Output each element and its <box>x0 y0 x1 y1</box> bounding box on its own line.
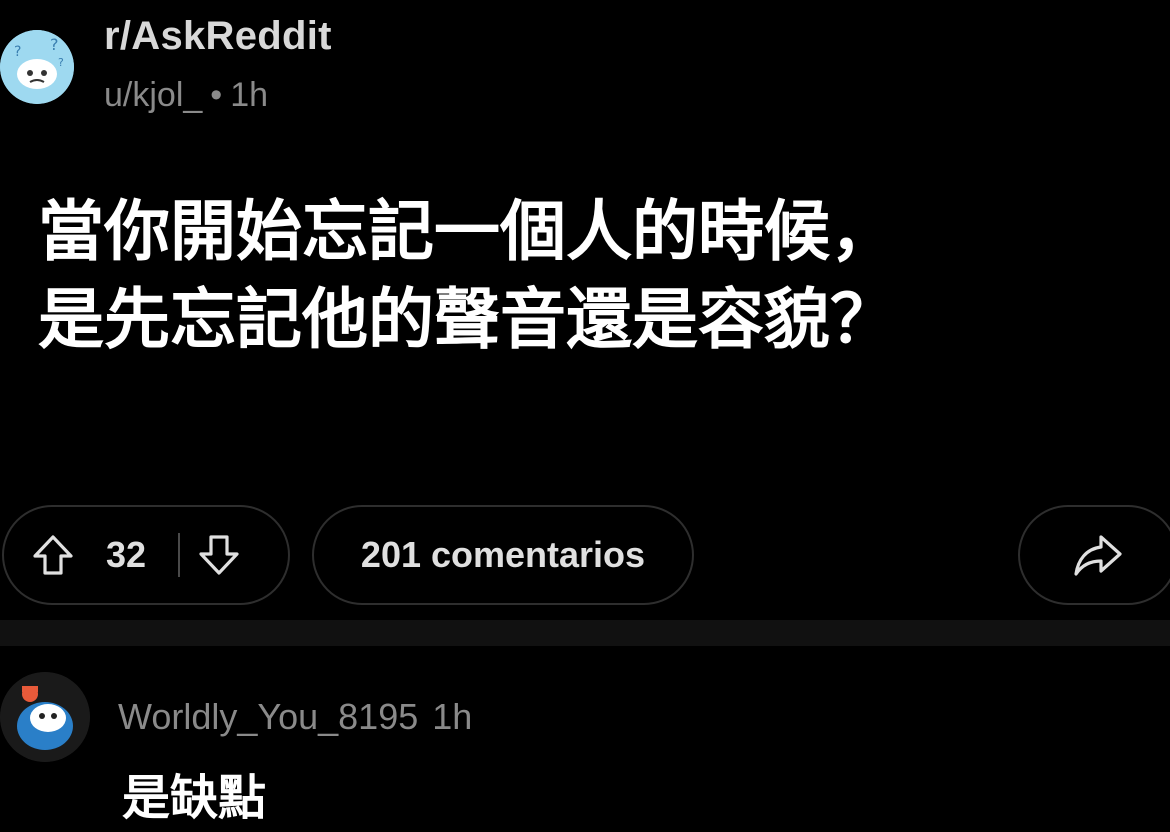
svg-text:?: ? <box>58 56 64 69</box>
post-title-line-2: 是先忘記他的聲音還是容貌？ <box>38 281 896 358</box>
vote-count: 32 <box>106 534 147 575</box>
author-link[interactable]: u/kjol_ <box>104 76 202 114</box>
vote-divider <box>178 533 181 577</box>
commenter-username[interactable]: Worldly_You_8195 <box>118 696 418 737</box>
share-button[interactable] <box>1018 505 1170 605</box>
arrow-down-outline-icon <box>199 535 239 575</box>
downvote-button[interactable] <box>194 530 244 580</box>
reddit-post-screen: ? ? ? r/AskReddit u/kjol_ • 1h 當你開始忘記一個人的時… <box>0 0 1170 832</box>
subreddit-avatar-icon[interactable]: ? ? ? <box>0 30 74 104</box>
share-arrow-icon <box>1074 535 1122 576</box>
arrow-up-outline-icon <box>33 535 73 575</box>
commenter-avatar-icon[interactable] <box>0 672 90 762</box>
comments-button[interactable]: 201 comentarios <box>312 505 694 605</box>
meta-separator: • <box>210 76 223 114</box>
svg-text:?: ? <box>14 44 21 60</box>
post-title-line-1: 當你開始忘記一個人的時候， <box>38 193 896 270</box>
post-age: 1h <box>230 76 269 114</box>
comment-age: 1h <box>432 696 473 737</box>
comments-label: 201 comentarios <box>360 534 646 575</box>
upvote-button[interactable] <box>28 530 78 580</box>
post-meta: u/kjol_ • 1h <box>104 76 268 115</box>
section-divider <box>0 620 1170 646</box>
post-title[interactable]: 當你開始忘記一個人的時候， 是先忘記他的聲音還是容貌？ <box>38 188 1138 364</box>
vote-bar: 32 <box>2 505 290 605</box>
svg-text:?: ? <box>50 35 59 54</box>
comment-text: 是缺點 <box>122 770 267 826</box>
comment-meta: Worldly_You_8195 1h <box>118 696 472 738</box>
subreddit-name[interactable]: r/AskReddit <box>104 14 332 59</box>
